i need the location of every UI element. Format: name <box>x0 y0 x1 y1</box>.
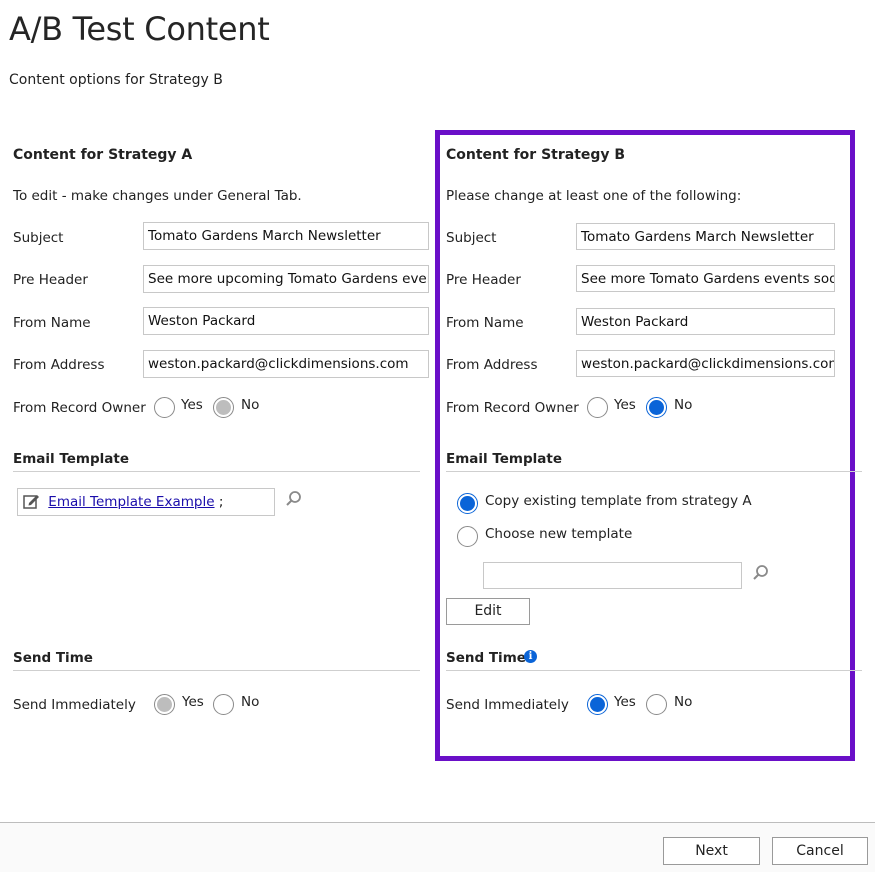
strategy-a-send-yes-label: Yes <box>182 694 204 710</box>
strategy-b-email-template-heading: Email Template <box>446 451 563 467</box>
strategy-b-subject-label: Subject <box>446 230 497 246</box>
strategy-b-record-owner-no-radio[interactable] <box>646 397 667 418</box>
strategy-b-email-template-divider <box>446 471 862 472</box>
strategy-b-record-owner-label: From Record Owner <box>446 400 579 416</box>
strategy-b-from-address-label: From Address <box>446 357 538 373</box>
strategy-b-send-no-label[interactable]: No <box>674 694 692 710</box>
strategy-a-from-name-label: From Name <box>13 315 91 331</box>
choose-template-radio[interactable] <box>457 526 478 547</box>
strategy-b-send-immediately-label: Send Immediately <box>446 697 569 713</box>
strategy-a-record-owner-no-label: No <box>241 397 260 413</box>
strategy-b-from-name-input[interactable]: Weston Packard <box>576 308 835 335</box>
strategy-b-send-time-divider <box>446 670 862 671</box>
strategy-b-record-owner-yes-radio[interactable] <box>587 397 608 418</box>
strategy-a-send-time-heading: Send Time <box>13 650 93 666</box>
strategy-a-send-immediately-label: Send Immediately <box>13 697 136 713</box>
strategy-a-note: To edit - make changes under General Tab… <box>13 188 302 204</box>
choose-template-label[interactable]: Choose new template <box>485 526 632 542</box>
strategy-b-record-owner-no-label[interactable]: No <box>674 397 692 413</box>
next-button[interactable]: Next <box>663 837 760 865</box>
strategy-a-heading: Content for Strategy A <box>13 147 193 163</box>
strategy-a-template-lookup: Email Template Example ; <box>17 488 275 516</box>
strategy-b-from-name-label: From Name <box>446 315 524 331</box>
strategy-a-send-yes-radio <box>154 694 175 715</box>
strategy-b-preheader-input[interactable]: See more Tomato Gardens events soon! <box>576 265 835 292</box>
cancel-button[interactable]: Cancel <box>772 837 868 865</box>
copy-template-radio[interactable] <box>457 493 478 514</box>
strategy-b-note: Please change at least one of the follow… <box>446 188 742 204</box>
strategy-b-send-no-radio[interactable] <box>646 694 667 715</box>
strategy-a-subject-label: Subject <box>13 230 64 246</box>
page-subtitle: Content options for Strategy B <box>9 72 223 88</box>
strategy-b-heading: Content for Strategy B <box>446 147 626 163</box>
strategy-a-email-template-heading: Email Template <box>13 451 130 467</box>
search-icon[interactable] <box>285 490 303 508</box>
strategy-a-send-no-radio <box>213 694 234 715</box>
strategy-a-preheader-label: Pre Header <box>13 272 88 288</box>
strategy-b-subject-input[interactable]: Tomato Gardens March Newsletter <box>576 223 835 250</box>
edit-document-icon <box>22 492 40 510</box>
template-suffix: ; <box>218 494 224 510</box>
strategy-b-record-owner-yes-label[interactable]: Yes <box>614 397 636 413</box>
strategy-a-from-address-field: weston.packard@clickdimensions.com <box>143 350 429 378</box>
copy-template-label[interactable]: Copy existing template from strategy A <box>485 493 752 509</box>
template-lookup-input[interactable] <box>483 562 742 589</box>
strategy-b-send-yes-radio[interactable] <box>587 694 608 715</box>
strategy-a-subject-field: Tomato Gardens March Newsletter <box>143 222 429 250</box>
edit-button[interactable]: Edit <box>446 598 530 625</box>
strategy-a-record-owner-label: From Record Owner <box>13 400 146 416</box>
strategy-a-preheader-field: See more upcoming Tomato Gardens events <box>143 265 429 293</box>
strategy-a-from-name-field: Weston Packard <box>143 307 429 335</box>
strategy-a-record-owner-no-radio <box>213 397 234 418</box>
info-icon[interactable]: i <box>524 650 537 663</box>
strategy-b-preheader-label: Pre Header <box>446 272 521 288</box>
search-icon[interactable] <box>752 564 770 582</box>
strategy-a-email-template-divider <box>13 471 420 472</box>
page-title: A/B Test Content <box>9 10 270 48</box>
strategy-a-record-owner-yes-radio <box>154 397 175 418</box>
strategy-a-send-time-divider <box>13 670 420 671</box>
strategy-a-from-address-label: From Address <box>13 357 105 373</box>
strategy-b-send-time-heading: Send Time <box>446 650 526 666</box>
strategy-b-from-address-input[interactable]: weston.packard@clickdimensions.com <box>576 350 835 377</box>
strategy-a-send-no-label: No <box>241 694 260 710</box>
email-template-link[interactable]: Email Template Example <box>48 494 214 510</box>
strategy-b-send-yes-label[interactable]: Yes <box>614 694 636 710</box>
footer-divider <box>0 822 875 823</box>
strategy-a-record-owner-yes-label: Yes <box>181 397 203 413</box>
